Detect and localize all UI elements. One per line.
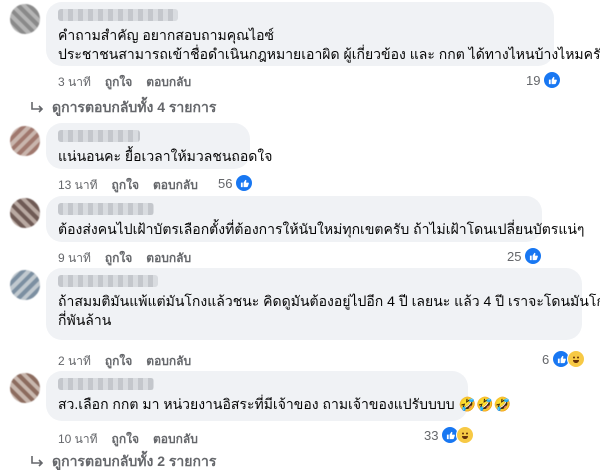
reaction-summary[interactable]: 19 xyxy=(526,71,562,89)
like-button[interactable]: ถูกใจ xyxy=(112,176,139,195)
reaction-count: 56 xyxy=(218,175,233,191)
comment-actions: 10 นาที ถูกใจ ตอบกลับ xyxy=(58,430,198,449)
reply-button[interactable]: ตอบกลับ xyxy=(146,249,191,268)
comment-actions: 9 นาที ถูกใจ ตอบกลับ xyxy=(58,249,191,268)
reply-button[interactable]: ตอบกลับ xyxy=(146,73,191,92)
reaction-count: 6 xyxy=(542,351,550,367)
commenter-name-redacted[interactable] xyxy=(58,203,154,215)
haha-icon xyxy=(456,426,475,444)
comment-bubble: คำถามสำคัญ อยากสอบถามคุณไอซ์ ประชาชนสามา… xyxy=(46,2,600,66)
reaction-summary[interactable]: 56 xyxy=(218,174,254,192)
view-replies-link[interactable]: ดูการตอบกลับทั้ง 2 รายการ xyxy=(30,451,216,473)
commenter-avatar[interactable] xyxy=(10,270,40,300)
reply-button[interactable]: ตอบกลับ xyxy=(146,352,191,371)
commenter-name-redacted[interactable] xyxy=(58,130,140,142)
reply-arrow-icon xyxy=(31,456,44,467)
like-icon xyxy=(543,71,562,89)
like-button[interactable]: ถูกใจ xyxy=(112,430,139,449)
comment-actions: 13 นาที ถูกใจ ตอบกลับ xyxy=(58,176,198,195)
view-replies-link[interactable]: ดูการตอบกลับทั้ง 4 รายการ xyxy=(30,97,216,119)
comment-actions: 3 นาที ถูกใจ ตอบกลับ xyxy=(58,73,191,92)
like-icon xyxy=(524,247,543,265)
comment-timestamp[interactable]: 2 นาที xyxy=(58,352,91,371)
reaction-summary[interactable]: 6 xyxy=(542,350,586,368)
comment-text-line: กี่พันล้าน xyxy=(58,312,112,328)
like-button[interactable]: ถูกใจ xyxy=(105,73,132,92)
commenter-avatar[interactable] xyxy=(10,373,40,403)
reply-button[interactable]: ตอบกลับ xyxy=(153,176,198,195)
reaction-summary[interactable]: 25 xyxy=(507,247,543,265)
like-button[interactable]: ถูกใจ xyxy=(105,352,132,371)
like-button[interactable]: ถูกใจ xyxy=(105,249,132,268)
reaction-count: 19 xyxy=(526,72,541,88)
commenter-avatar[interactable] xyxy=(10,126,40,156)
comment-text-line: สว.เลือก กกต มา หน่วยงานอิสระที่มีเจ้าขอ… xyxy=(58,396,511,412)
comment-text-line: ประชาชนสามารถเข้าชื่อดำเนินกฎหมายเอาผิด … xyxy=(58,46,600,62)
view-replies-label: ดูการตอบกลับทั้ง 4 รายการ xyxy=(52,99,217,115)
commenter-name-redacted[interactable] xyxy=(58,378,154,390)
comment-bubble: ต้องส่งคนไปเฝ้าบัตรเลือกตั้งที่ต้องการให… xyxy=(46,196,585,242)
comment-text-line: แน่นอนคะ ยื้อเวลาให้มวลชนถอดใจ xyxy=(58,148,273,164)
commenter-avatar[interactable] xyxy=(10,4,40,34)
comment-bubble: ถ้าสมมติมันแพ้แต่มันโกงแล้วชนะ คิดดูมันต… xyxy=(46,268,600,340)
like-icon xyxy=(235,174,254,192)
haha-icon xyxy=(567,350,586,368)
comment-text-line: คำถามสำคัญ อยากสอบถามคุณไอซ์ xyxy=(58,27,275,43)
comment-timestamp[interactable]: 10 นาที xyxy=(58,430,98,449)
comment-text-line: ถ้าสมมติมันแพ้แต่มันโกงแล้วชนะ คิดดูมันต… xyxy=(58,293,600,309)
commenter-avatar[interactable] xyxy=(10,198,40,228)
reaction-count: 25 xyxy=(507,248,522,264)
comment-timestamp[interactable]: 3 นาที xyxy=(58,73,91,92)
comment-actions: 2 นาที ถูกใจ ตอบกลับ xyxy=(58,352,191,371)
view-replies-label: ดูการตอบกลับทั้ง 2 รายการ xyxy=(52,453,217,469)
reaction-count: 33 xyxy=(424,427,439,443)
reaction-summary[interactable]: 33 xyxy=(424,426,475,444)
comment-timestamp[interactable]: 13 นาที xyxy=(58,176,98,195)
commenter-name-redacted[interactable] xyxy=(58,9,178,21)
comment-text-line: ต้องส่งคนไปเฝ้าบัตรเลือกตั้งที่ต้องการให… xyxy=(58,221,585,237)
comment-bubble: สว.เลือก กกต มา หน่วยงานอิสระที่มีเจ้าขอ… xyxy=(46,371,511,421)
comment-timestamp[interactable]: 9 นาที xyxy=(58,249,91,268)
commenter-name-redacted[interactable] xyxy=(58,275,158,287)
comment-bubble: แน่นอนคะ ยื้อเวลาให้มวลชนถอดใจ xyxy=(46,123,273,169)
reply-arrow-icon xyxy=(31,102,44,113)
reply-button[interactable]: ตอบกลับ xyxy=(153,430,198,449)
